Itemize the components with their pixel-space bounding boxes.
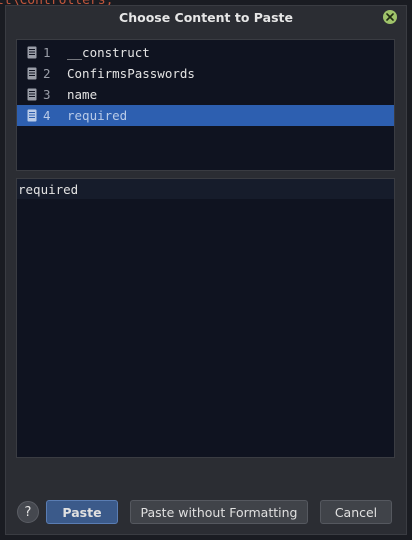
help-button[interactable]: ? (17, 501, 39, 523)
preview-text: required (18, 182, 79, 197)
document-icon (27, 109, 37, 122)
paste-button[interactable]: Paste (46, 500, 118, 524)
paste-without-formatting-button[interactable]: Paste without Formatting (130, 500, 308, 524)
dialog-titlebar: Choose Content to Paste (6, 6, 406, 30)
item-number: 4 (43, 108, 51, 123)
cancel-button[interactable]: Cancel (320, 500, 392, 524)
item-label: ConfirmsPasswords (67, 66, 195, 81)
item-label: required (67, 108, 128, 123)
dialog-title: Choose Content to Paste (119, 10, 293, 25)
item-number: 1 (43, 45, 51, 60)
document-icon (27, 46, 37, 59)
paste-dialog: Choose Content to Paste 1 __construct 2 … (5, 5, 407, 535)
document-icon (27, 67, 37, 80)
item-number: 3 (43, 87, 51, 102)
item-label: __construct (67, 45, 150, 60)
item-number: 2 (43, 66, 51, 81)
preview-line: required (17, 179, 394, 199)
list-item[interactable]: 2 ConfirmsPasswords (17, 63, 394, 84)
list-item[interactable]: 1 __construct (17, 42, 394, 63)
close-icon[interactable] (383, 10, 397, 24)
preview-area[interactable]: required (16, 178, 395, 458)
document-icon (27, 88, 37, 101)
list-item[interactable]: 3 name (17, 84, 394, 105)
clipboard-list[interactable]: 1 __construct 2 ConfirmsPasswords 3 name… (16, 39, 395, 171)
item-label: name (67, 87, 98, 102)
list-item-selected[interactable]: 4 required (17, 105, 394, 126)
